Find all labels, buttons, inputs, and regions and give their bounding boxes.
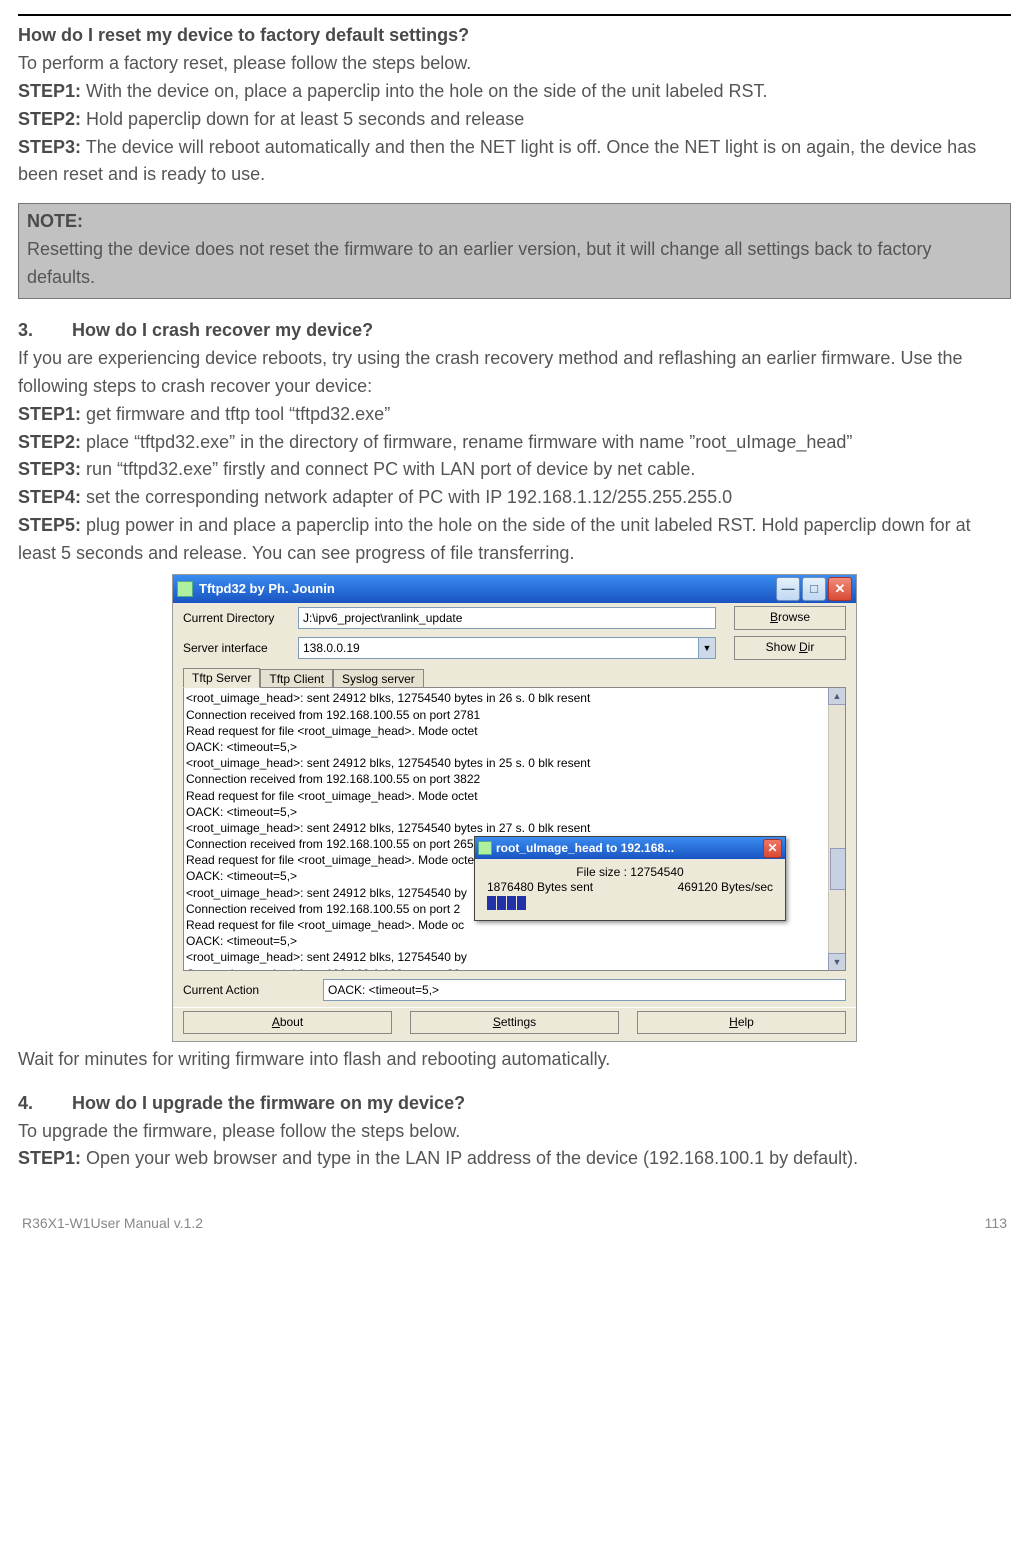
popup-rate: 469120 Bytes/sec	[678, 880, 773, 894]
log-line: Connection received from 192.168.100.55 …	[186, 771, 843, 787]
scroll-down-icon[interactable]: ▼	[828, 953, 846, 971]
server-iface-value: 138.0.0.19	[303, 641, 360, 655]
note-box: NOTE: Resetting the device does not rese…	[18, 203, 1011, 299]
log-line: <root_uimage_head>: sent 24912 blks, 127…	[186, 690, 843, 706]
log-line: OACK: <timeout=5,>	[186, 739, 843, 755]
scroll-up-icon[interactable]: ▲	[828, 687, 846, 705]
note-label: NOTE:	[27, 208, 1002, 236]
log-line: Read request for file <root_uimage_head>…	[186, 723, 843, 739]
s1-step1-label: STEP1:	[18, 81, 81, 101]
s2-wait: Wait for minutes for writing firmware in…	[18, 1046, 1011, 1074]
s2-step4-text: set the corresponding network adapter of…	[81, 487, 732, 507]
popup-close-button[interactable]: ✕	[763, 839, 782, 858]
log-line: Read request for file <root_uimage_head>…	[186, 788, 843, 804]
s2-step1-text: get firmware and tftp tool “tftpd32.exe”	[81, 404, 390, 424]
s2-step3-label: STEP3:	[18, 459, 81, 479]
popup-title-text: root_uImage_head to 192.168...	[496, 841, 674, 855]
s2-step5-label: STEP5:	[18, 515, 81, 535]
server-iface-select[interactable]: 138.0.0.19 ▼	[298, 637, 716, 659]
current-dir-label: Current Directory	[183, 611, 298, 625]
showdir-button[interactable]: Show Dir	[734, 636, 846, 660]
s2-step4-label: STEP4:	[18, 487, 81, 507]
s2-step5-text: plug power in and place a paperclip into…	[18, 515, 971, 563]
log-content: <root_uimage_head>: sent 24912 blks, 127…	[186, 690, 843, 971]
tabs: Tftp Server Tftp Client Syslog server	[173, 663, 856, 687]
settings-button[interactable]: Settings	[410, 1011, 619, 1033]
popup-bytes-sent: 1876480 Bytes sent	[487, 880, 593, 894]
current-dir-input[interactable]: J:\ipv6_project\ranlink_update	[298, 607, 716, 629]
log-line: OACK: <timeout=5,>	[186, 804, 843, 820]
footer-right: 113	[985, 1213, 1007, 1235]
s1-step2-label: STEP2:	[18, 109, 81, 129]
s3-intro: To upgrade the firmware, please follow t…	[18, 1118, 1011, 1146]
app-icon	[177, 581, 193, 597]
tab-syslog[interactable]: Syslog server	[333, 669, 424, 688]
tftpd32-window: Tftpd32 by Ph. Jounin — □ ✕ Current Dire…	[172, 574, 857, 1042]
s3-step1-text: Open your web browser and type in the LA…	[81, 1148, 858, 1168]
current-dir-value: J:\ipv6_project\ranlink_update	[303, 611, 462, 625]
s2-step2-text: place “tftpd32.exe” in the directory of …	[81, 432, 852, 452]
transfer-popup: root_uImage_head to 192.168... ✕ File si…	[474, 836, 786, 921]
log-box[interactable]: <root_uimage_head>: sent 24912 blks, 127…	[183, 687, 846, 971]
s2-step1-label: STEP1:	[18, 404, 81, 424]
scrollbar[interactable]: ▲ ▼	[828, 688, 845, 970]
log-line: Connection received from 192.168.1.120 o…	[186, 966, 843, 972]
s2-step3-text: run “tftpd32.exe” firstly and connect PC…	[81, 459, 695, 479]
maximize-button[interactable]: □	[802, 577, 826, 601]
section-3-num: 3.	[18, 317, 72, 345]
titlebar[interactable]: Tftpd32 by Ph. Jounin — □ ✕	[173, 575, 856, 603]
tab-tftp-server[interactable]: Tftp Server	[183, 668, 260, 688]
browse-button[interactable]: Browse	[734, 606, 846, 630]
current-action-value: OACK: <timeout=5,>	[323, 979, 846, 1001]
minimize-button[interactable]: —	[776, 577, 800, 601]
tab-tftp-client[interactable]: Tftp Client	[260, 669, 333, 688]
section-3-title: How do I crash recover my device?	[72, 320, 373, 340]
log-line: OACK: <timeout=5,>	[186, 933, 843, 949]
scroll-thumb[interactable]	[830, 848, 846, 890]
note-body: Resetting the device does not reset the …	[27, 236, 1002, 292]
popup-filesize: File size : 12754540	[487, 865, 773, 879]
popup-app-icon	[478, 841, 492, 855]
window-title: Tftpd32 by Ph. Jounin	[199, 581, 335, 597]
s1-step2-text: Hold paperclip down for at least 5 secon…	[81, 109, 524, 129]
current-action-label: Current Action	[183, 983, 323, 997]
footer-left: R36X1-W1User Manual v.1.2	[22, 1213, 203, 1235]
log-line: <root_uimage_head>: sent 24912 blks, 127…	[186, 949, 843, 965]
close-button[interactable]: ✕	[828, 577, 852, 601]
section-4-num: 4.	[18, 1090, 72, 1118]
about-button[interactable]: About	[183, 1011, 392, 1033]
s1-intro: To perform a factory reset, please follo…	[18, 50, 1011, 78]
heading-factory-reset: How do I reset my device to factory defa…	[18, 22, 1011, 50]
log-line: <root_uimage_head>: sent 24912 blks, 127…	[186, 755, 843, 771]
s2-step2-label: STEP2:	[18, 432, 81, 452]
help-button[interactable]: Help	[637, 1011, 846, 1033]
s3-step1-label: STEP1:	[18, 1148, 81, 1168]
progress-bar	[487, 896, 773, 910]
log-line: Connection received from 192.168.100.55 …	[186, 707, 843, 723]
dropdown-arrow-icon[interactable]: ▼	[698, 638, 715, 658]
section-4-title: How do I upgrade the firmware on my devi…	[72, 1093, 465, 1113]
server-iface-label: Server interface	[183, 641, 298, 655]
log-line: <root_uimage_head>: sent 24912 blks, 127…	[186, 820, 843, 836]
s2-intro: If you are experiencing device reboots, …	[18, 345, 1011, 401]
s1-step3-label: STEP3:	[18, 137, 81, 157]
s1-step1-text: With the device on, place a paperclip in…	[81, 81, 767, 101]
s1-step3-text: The device will reboot automatically and…	[18, 137, 976, 185]
